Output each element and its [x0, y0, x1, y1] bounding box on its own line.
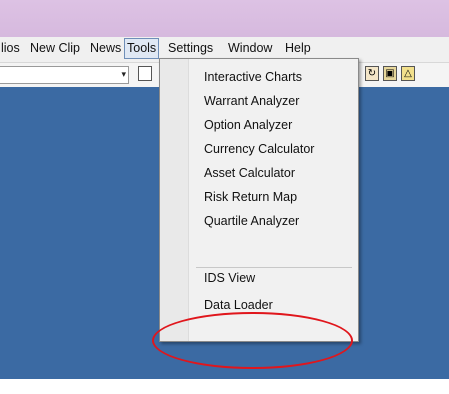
menu-window[interactable]: Window — [226, 39, 274, 58]
menu-item-risk-return-map[interactable]: Risk Return Map — [204, 190, 297, 204]
menu-settings[interactable]: Settings — [166, 39, 215, 58]
menu-tools[interactable]: Tools — [124, 38, 160, 59]
menu-item-asset-calculator[interactable]: Asset Calculator — [204, 166, 295, 180]
highlight-circle — [152, 312, 353, 369]
menu-portfolios[interactable]: lios — [0, 39, 22, 58]
chevron-down-icon[interactable]: ▾ — [121, 69, 126, 80]
menu-item-ids-view[interactable]: IDS View — [204, 271, 255, 285]
menu-item-currency-calculator[interactable]: Currency Calculator — [204, 142, 314, 156]
refresh-icon[interactable]: ↻ — [365, 66, 379, 81]
menu-icon-gutter — [160, 59, 189, 341]
menu-item-interactive-charts[interactable]: Interactive Charts — [204, 70, 302, 84]
menu-item-option-analyzer[interactable]: Option Analyzer — [204, 118, 292, 132]
menu-new-clip[interactable]: New Clip — [28, 39, 82, 58]
menu-separator — [196, 267, 352, 268]
page-icon[interactable] — [138, 66, 152, 81]
status-strip — [0, 379, 449, 394]
menu-news[interactable]: News — [88, 39, 123, 58]
menu-item-warrant-analyzer[interactable]: Warrant Analyzer — [204, 94, 299, 108]
tools-dropdown-menu: Interactive Charts Warrant Analyzer Opti… — [159, 58, 359, 342]
menu-item-quartile-analyzer[interactable]: Quartile Analyzer — [204, 214, 299, 228]
menu-help[interactable]: Help — [283, 39, 313, 58]
window-titlebar — [0, 0, 449, 37]
toolbar-combo-box[interactable]: ▾ — [0, 66, 129, 84]
warning-icon[interactable]: △ — [401, 66, 415, 81]
menu-item-data-loader[interactable]: Data Loader — [204, 298, 273, 312]
chart-icon[interactable]: ▣ — [383, 66, 397, 81]
